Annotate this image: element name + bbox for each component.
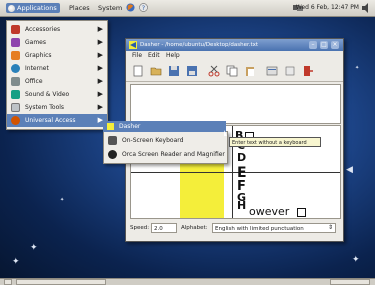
- chevron-right-icon: ▶: [97, 103, 103, 111]
- chevron-right-icon: ▶: [97, 77, 103, 85]
- minimize-icon[interactable]: –: [309, 41, 317, 49]
- menu-item-system-tools[interactable]: System Tools ▶: [7, 101, 107, 114]
- menu-item-office[interactable]: Office ▶: [7, 75, 107, 88]
- graphics-icon: [11, 51, 20, 60]
- dasher-app-icon: [107, 123, 114, 130]
- games-icon: [11, 38, 20, 47]
- clock[interactable]: Wed 6 Feb, 12:47 PM: [296, 3, 359, 13]
- desktop-star: ✦: [352, 255, 360, 265]
- open-folder-icon[interactable]: [150, 65, 162, 77]
- applications-label: Applications: [17, 4, 57, 12]
- taskbar-button[interactable]: [16, 279, 106, 285]
- paste-icon[interactable]: [244, 65, 256, 77]
- help-icon[interactable]: ?: [139, 3, 148, 12]
- sound-video-icon: [11, 90, 20, 99]
- chevron-down-icon: ⇕: [328, 224, 334, 231]
- dasher-char: H: [237, 199, 247, 212]
- text-output-area[interactable]: [130, 84, 341, 124]
- menu-edit[interactable]: Edit: [148, 51, 160, 61]
- desktop-star: ✦: [60, 197, 65, 203]
- menu-item-internet[interactable]: Internet ▶: [7, 62, 107, 75]
- desktop-star: ✦: [355, 65, 360, 71]
- dasher-word: owever: [249, 205, 290, 218]
- menu-item-graphics[interactable]: Graphics ▶: [7, 49, 107, 62]
- chevron-right-icon: ▶: [97, 64, 103, 72]
- menu-item-label: Office: [25, 78, 43, 85]
- window-menubar: File Edit Help: [126, 51, 343, 61]
- dasher-app-icon: [129, 41, 137, 49]
- menu-item-label: On-Screen Keyboard: [122, 137, 184, 144]
- menu-item-label: Orca Screen Reader and Magnifier: [122, 151, 225, 158]
- office-icon: [11, 77, 20, 86]
- volume-icon[interactable]: [362, 3, 371, 13]
- menu-item-label: Sound & Video: [25, 91, 70, 98]
- maximize-icon[interactable]: □: [320, 41, 328, 49]
- speed-label: Speed:: [130, 225, 150, 231]
- menu-item-label: Universal Access: [25, 117, 76, 124]
- cut-icon[interactable]: [208, 65, 220, 77]
- chevron-right-icon: ▶: [97, 25, 103, 33]
- top-panel: Applications Places System ? Wed 6 Feb, …: [0, 0, 375, 17]
- save-as-icon[interactable]: [186, 65, 198, 77]
- window-title: Dasher - /home/ubuntu/Desktop/dasher.txt: [140, 42, 259, 48]
- firefox-icon[interactable]: [126, 3, 135, 12]
- menu-file[interactable]: File: [132, 51, 142, 61]
- status-bar: Speed: 2.0 Alphabet: English with limite…: [126, 219, 343, 239]
- copy-icon[interactable]: [226, 65, 238, 77]
- mouse-cursor-icon: [224, 130, 227, 136]
- dasher-char: D: [237, 151, 247, 164]
- show-desktop-button[interactable]: [4, 279, 12, 285]
- chevron-right-icon: ▶: [97, 38, 103, 46]
- alphabet-label: Alphabet:: [181, 225, 208, 231]
- crosshair-horizontal: [131, 172, 340, 173]
- new-file-icon[interactable]: [132, 65, 144, 77]
- desktop-star: ◀: [346, 165, 353, 175]
- desktop-star: ✦: [30, 243, 38, 253]
- accessories-icon: [11, 25, 20, 34]
- toolbar: [126, 61, 343, 82]
- applications-menu: Accessories ▶ Games ▶ Graphics ▶ Interne…: [6, 20, 108, 130]
- menu-item-games[interactable]: Games ▶: [7, 36, 107, 49]
- menu-item-on-screen-keyboard[interactable]: On-Screen Keyboard: [104, 134, 227, 147]
- menu-item-label: Accessories: [25, 26, 61, 33]
- preferences-icon[interactable]: [266, 65, 278, 77]
- menu-item-dasher[interactable]: Dasher: [103, 121, 226, 132]
- keyboard-icon: [108, 136, 117, 145]
- menu-help[interactable]: Help: [166, 51, 180, 61]
- menu-item-universal-access[interactable]: Universal Access ▶: [7, 114, 107, 127]
- system-tools-icon: [11, 103, 20, 112]
- quit-icon[interactable]: [302, 65, 314, 77]
- workspace-switcher[interactable]: [330, 279, 370, 285]
- menu-item-label: Games: [25, 39, 46, 46]
- window-titlebar[interactable]: Dasher - /home/ubuntu/Desktop/dasher.txt…: [126, 39, 343, 51]
- dasher-space-box: [297, 208, 306, 217]
- dasher-char: E: [237, 165, 247, 181]
- universal-access-submenu: On-Screen Keyboard Orca Screen Reader an…: [103, 131, 228, 164]
- stop-icon[interactable]: [284, 65, 296, 77]
- menu-item-label: Internet: [25, 65, 49, 72]
- internet-icon: [11, 64, 20, 73]
- universal-access-icon: [11, 116, 20, 125]
- places-menu-button[interactable]: Places: [66, 3, 93, 13]
- svg-text:?: ?: [142, 5, 145, 12]
- save-icon[interactable]: [168, 65, 180, 77]
- applications-menu-button[interactable]: Applications: [6, 3, 60, 13]
- tooltip: Enter text without a keyboard: [229, 137, 321, 147]
- ubuntu-logo-icon: [8, 5, 15, 12]
- system-menu-button[interactable]: System: [95, 3, 125, 13]
- menu-item-accessories[interactable]: Accessories ▶: [7, 23, 107, 36]
- alphabet-select[interactable]: English with limited punctuation: [212, 223, 336, 233]
- desktop-star: ✦: [12, 257, 20, 267]
- speed-spinner[interactable]: 2.0: [151, 223, 177, 233]
- chevron-right-icon: ▶: [97, 51, 103, 59]
- menu-item-label: Dasher: [119, 123, 141, 130]
- menu-item-label: Graphics: [25, 52, 52, 59]
- menu-item-sound-video[interactable]: Sound & Video ▶: [7, 88, 107, 101]
- menu-item-label: System Tools: [25, 104, 65, 111]
- menu-item-orca[interactable]: Orca Screen Reader and Magnifier: [104, 148, 227, 161]
- chevron-right-icon: ▶: [97, 90, 103, 98]
- orca-icon: [108, 150, 117, 159]
- close-icon[interactable]: ×: [331, 41, 339, 49]
